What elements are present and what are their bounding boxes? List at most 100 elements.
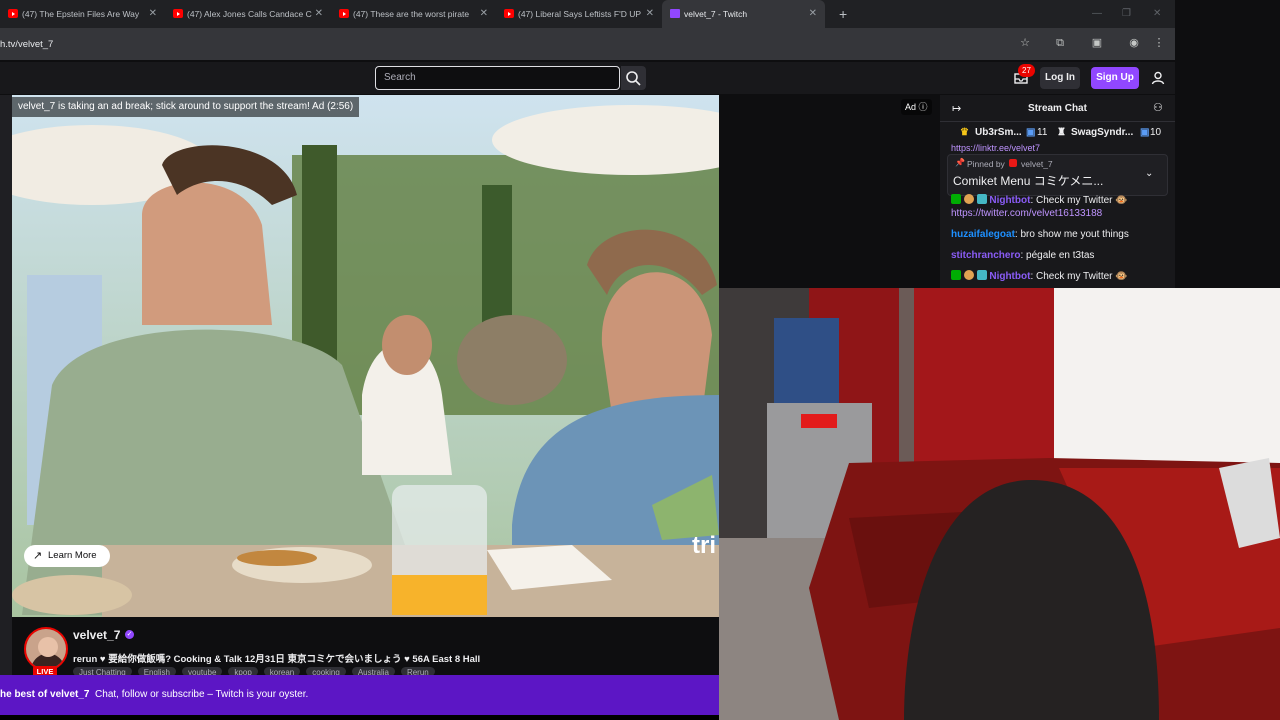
verified-badge-icon — [951, 194, 961, 204]
chevron-down-icon[interactable]: ⌄ — [1145, 168, 1153, 179]
pinned-by[interactable]: velvet_7 — [1021, 159, 1053, 169]
search-placeholder: Search — [384, 72, 416, 83]
chat-text: : pégale en t3tas — [1020, 250, 1095, 261]
search-icon — [626, 71, 641, 86]
tab-title: (47) These are the worst pirate — [353, 9, 470, 19]
ad-label-text: Ad — [905, 102, 917, 112]
promo-text: he best of velvet_7 Chat, follow or subs… — [0, 689, 308, 700]
promo-tagline: Chat, follow or subscribe – Twitch is yo… — [95, 689, 309, 700]
gift-icon: ▣ — [1026, 127, 1036, 138]
gifter-name[interactable]: Ub3rSm... — [975, 127, 1022, 138]
close-tab-icon[interactable]: ✕ — [480, 8, 488, 19]
emote-badge-icon — [963, 194, 974, 204]
profile-icon[interactable]: ◉ — [1127, 36, 1141, 50]
monkey-emote-icon: 🐵 — [1115, 195, 1128, 206]
pinned-text: Comiket Menu コミケメニ... — [953, 174, 1104, 188]
search-input[interactable]: Search — [375, 66, 620, 90]
youtube-icon — [8, 9, 18, 18]
login-button[interactable]: Log In — [1040, 67, 1080, 89]
signup-button[interactable]: Sign Up — [1091, 67, 1139, 89]
channel-name[interactable]: velvet_7 — [73, 628, 120, 642]
chat-title: Stream Chat — [1028, 103, 1087, 114]
chat-username[interactable]: stitchranchero — [951, 250, 1020, 261]
signup-promo-banner[interactable]: he best of velvet_7 Chat, follow or subs… — [0, 675, 719, 715]
youtube-icon — [173, 9, 183, 18]
address-bar[interactable]: h.tv/velvet_7 — [0, 28, 1175, 60]
avatar[interactable] — [24, 627, 68, 671]
broadcaster-badge-icon — [1009, 159, 1017, 167]
tab-title: (47) The Epstein Files Are Way — [22, 9, 140, 19]
bottom-edge — [0, 715, 719, 720]
chat-link[interactable]: https://linktr.ee/velvet7 — [951, 144, 1040, 153]
close-tab-icon[interactable]: ✕ — [809, 8, 817, 19]
url-text[interactable]: h.tv/velvet_7 — [0, 39, 53, 50]
learn-more-label: Learn More — [48, 550, 97, 561]
youtube-icon — [339, 9, 349, 18]
pinned-label: Pinned by — [967, 159, 1005, 169]
webcam-overlay — [719, 288, 1280, 720]
search-button[interactable] — [621, 66, 646, 90]
ad-overlay-text: tri — [692, 532, 716, 559]
chat-link[interactable]: https://twitter.com/velvet16133188 — [951, 208, 1102, 219]
gift-leaderboard: ♛ Ub3rSm... ▣ 11 ♜ SwagSyndr... ▣ 10 — [940, 122, 1175, 144]
bookmark-star-icon[interactable]: ☆ — [1018, 36, 1032, 50]
chat-username[interactable]: Nightbot — [989, 271, 1030, 282]
notification-badge: 27 — [1018, 64, 1035, 77]
browser-tab[interactable]: (47) Liberal Says Leftists F'D UP ✕ — [496, 0, 662, 28]
moderator-badge-icon — [976, 194, 987, 204]
ad-video-frame — [12, 95, 719, 617]
tab-title: (47) Alex Jones Calls Candace C — [187, 9, 312, 19]
menu-kebab-icon[interactable]: ⋮ — [1152, 36, 1166, 50]
browser-tab[interactable]: (47) These are the worst pirate ✕ — [331, 0, 496, 28]
browser-tab-active[interactable]: velvet_7 - Twitch ✕ — [662, 0, 825, 28]
video-player[interactable] — [12, 95, 719, 617]
crown-icon: ♛ — [960, 127, 969, 138]
tab-title: (47) Liberal Says Leftists F'D UP — [518, 9, 642, 19]
arrow-up-right-icon: ↗ — [33, 550, 43, 562]
promo-bold: he best of velvet_7 — [0, 689, 90, 700]
chat-username[interactable]: huzaifalegoat — [951, 229, 1015, 240]
browser-tab-strip: (47) The Epstein Files Are Way ✕ (47) Al… — [0, 0, 1175, 28]
chat-username[interactable]: Nightbot — [989, 195, 1030, 206]
chat-message: huzaifalegoat: bro show me yout things — [951, 229, 1129, 240]
extensions-icon[interactable]: ⧉ — [1053, 36, 1067, 50]
monkey-emote-icon: 🐵 — [1115, 271, 1128, 282]
community-icon[interactable]: ⚇ — [1153, 101, 1163, 114]
gifter-name[interactable]: SwagSyndr... — [1071, 127, 1133, 138]
youtube-icon — [504, 9, 514, 18]
gift-count: 10 — [1150, 127, 1162, 138]
side-nav-collapsed[interactable] — [0, 95, 12, 675]
sidebar-icon[interactable]: ▣ — [1090, 36, 1104, 50]
chat-text: : Check my Twitter — [1030, 271, 1113, 282]
webcam-room-image — [719, 288, 1280, 720]
stream-title: rerun ♥ 要給你做飯嗎? Cooking & Talk 12月31日 東京… — [73, 654, 481, 665]
info-icon[interactable]: ⓘ — [919, 102, 928, 112]
gift-icon: ▣ — [1140, 127, 1150, 138]
chat-text: : bro show me yout things — [1014, 229, 1129, 240]
browser-tab[interactable]: (47) Alex Jones Calls Candace C ✕ — [165, 0, 331, 28]
close-window-icon[interactable]: ✕ — [1153, 8, 1161, 19]
twitch-icon — [670, 9, 680, 18]
tab-title: velvet_7 - Twitch — [684, 9, 748, 19]
chat-header: ↦ Stream Chat ⚇ — [940, 95, 1175, 122]
close-tab-icon[interactable]: ✕ — [315, 8, 323, 19]
close-tab-icon[interactable]: ✕ — [149, 8, 157, 19]
chat-message: Nightbot: Check my Twitter 🐵 — [951, 270, 1128, 282]
close-tab-icon[interactable]: ✕ — [646, 8, 654, 19]
browser-tab[interactable]: (47) The Epstein Files Are Way ✕ — [0, 0, 165, 28]
ad-break-banner: velvet_7 is taking an ad break; stick ar… — [12, 97, 360, 117]
chat-message: Nightbot: Check my Twitter 🐵 — [951, 194, 1128, 206]
gift-count: 11 — [1037, 127, 1048, 138]
minimize-icon[interactable]: — — [1092, 8, 1102, 19]
user-icon[interactable] — [1151, 71, 1165, 85]
chat-text: : Check my Twitter — [1030, 195, 1113, 206]
pinned-message[interactable]: 📌 Pinned by velvet_7 Comiket Menu コミケメニ.… — [947, 154, 1168, 196]
medal-icon: ♜ — [1057, 127, 1066, 138]
ad-label[interactable]: Ad ⓘ — [901, 99, 932, 115]
verified-check-icon: ✓ — [125, 630, 134, 639]
moderator-badge-icon — [976, 270, 987, 280]
maximize-icon[interactable]: ❐ — [1122, 8, 1131, 19]
new-tab-button[interactable]: + — [839, 6, 847, 22]
verified-badge-icon — [951, 270, 961, 280]
learn-more-button[interactable]: ↗ Learn More — [24, 545, 110, 567]
